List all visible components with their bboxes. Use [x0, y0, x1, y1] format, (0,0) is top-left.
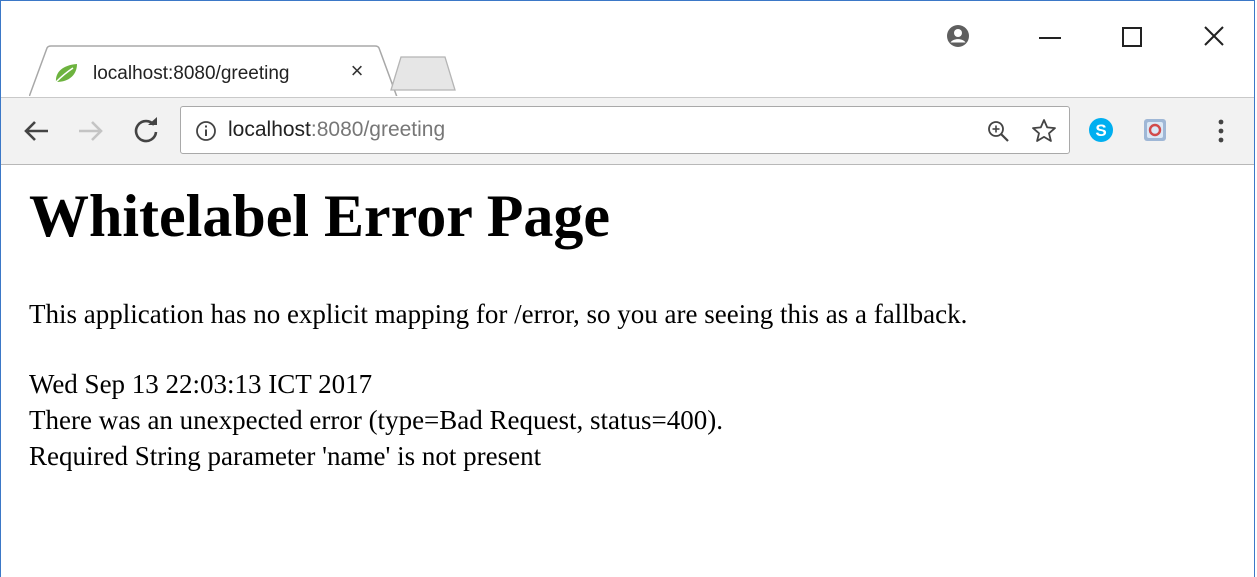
spring-leaf-icon: [55, 64, 77, 83]
new-tab-button[interactable]: [389, 55, 459, 91]
title-bar: localhost:8080/greeting ×: [1, 1, 1254, 98]
error-detail: Required String parameter 'name' is not …: [29, 441, 542, 471]
zoom-icon[interactable]: [986, 119, 1010, 143]
browser-window: localhost:8080/greeting × localhost:8080…: [0, 0, 1255, 577]
tab-close-icon[interactable]: ×: [345, 59, 369, 83]
minimize-button[interactable]: [1035, 23, 1065, 51]
svg-text:S: S: [1095, 121, 1106, 140]
maximize-button[interactable]: [1117, 23, 1147, 51]
url-path: :8080/greeting: [310, 118, 446, 141]
error-timestamp: Wed Sep 13 22:03:13 ICT 2017: [29, 369, 373, 399]
address-bar[interactable]: localhost:8080/greeting: [180, 106, 1070, 154]
fallback-message: This application has no explicit mapping…: [29, 299, 968, 329]
extension-icon[interactable]: [1141, 116, 1169, 144]
tab-active[interactable]: localhost:8080/greeting ×: [29, 45, 399, 98]
skype-icon[interactable]: S: [1087, 116, 1115, 144]
star-icon[interactable]: [1031, 118, 1057, 144]
profile-icon[interactable]: [944, 23, 972, 51]
tab-title: localhost:8080/greeting: [93, 63, 290, 84]
menu-icon[interactable]: [1209, 116, 1233, 146]
toolbar: localhost:8080/greeting S: [1, 97, 1254, 165]
page-title: Whitelabel Error Page: [29, 183, 611, 249]
url-text[interactable]: localhost:8080/greeting: [228, 118, 445, 142]
error-type: There was an unexpected error (type=Bad …: [29, 405, 723, 435]
url-host: localhost: [228, 118, 311, 141]
forward-arrow-icon[interactable]: [75, 116, 105, 146]
info-icon[interactable]: [195, 120, 217, 142]
back-arrow-icon[interactable]: [22, 116, 52, 146]
reload-icon[interactable]: [131, 116, 161, 146]
close-window-button[interactable]: [1199, 23, 1229, 51]
